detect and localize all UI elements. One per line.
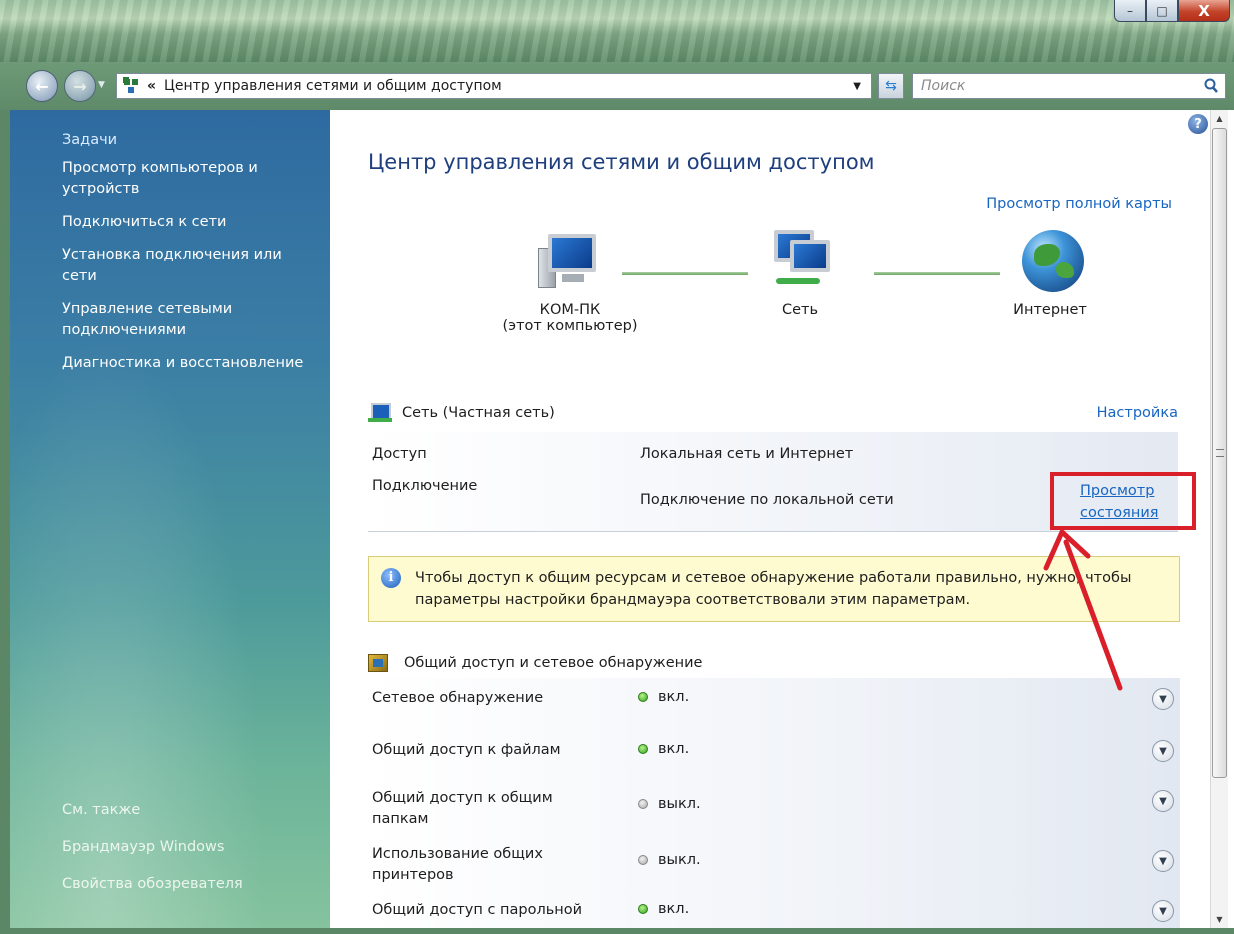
refresh-icon: ⇆: [885, 78, 897, 94]
expand-button[interactable]: ▼: [1152, 790, 1174, 812]
computer-icon: [534, 230, 606, 296]
sharing-row-label: Сетевое обнаружение: [372, 690, 544, 706]
status-text: вкл.: [658, 741, 690, 757]
computer-name: КОМ-ПК: [539, 302, 601, 318]
network-section-title: Сеть (Частная сеть): [402, 405, 555, 421]
map-node-network[interactable]: Сеть: [750, 230, 850, 318]
forward-button[interactable]: →: [64, 70, 96, 102]
see-also-heading: См. также: [62, 802, 141, 818]
task-view-computers[interactable]: Просмотр компьютеров и устройств: [62, 158, 316, 200]
status-off-icon: [638, 855, 648, 865]
status-text: вкл.: [658, 901, 690, 917]
help-button[interactable]: ?: [1188, 114, 1208, 134]
task-manage-connections[interactable]: Управление сетевыми подключениями: [62, 299, 316, 341]
map-link-computer-network: [622, 272, 748, 275]
status-on-icon: [638, 692, 648, 702]
address-bar[interactable]: « Центр управления сетями и общим доступ…: [116, 73, 872, 99]
map-link-network-internet: [874, 272, 1000, 275]
scroll-up-button[interactable]: ▲: [1211, 110, 1228, 127]
status-on-icon: [638, 904, 648, 914]
address-path[interactable]: Центр управления сетями и общим доступом: [164, 78, 502, 94]
see-also-firewall[interactable]: Брандмауэр Windows: [62, 837, 243, 858]
expand-button[interactable]: ▼: [1152, 900, 1174, 922]
window-titlebar: – □ X: [0, 0, 1234, 62]
sharing-row-status: вкл.: [638, 901, 689, 917]
scroll-thumb[interactable]: [1212, 128, 1227, 778]
search-icon[interactable]: [1203, 78, 1219, 94]
connection-label: Подключение: [372, 478, 478, 494]
help-icon: ?: [1194, 116, 1202, 132]
map-node-computer[interactable]: КОМ-ПК (этот компьютер): [480, 230, 660, 334]
status-on-icon: [638, 744, 648, 754]
globe-icon: [1014, 230, 1086, 296]
sharing-row-label: Общий доступ к общим папкам: [372, 790, 553, 827]
refresh-button[interactable]: ⇆: [878, 73, 904, 99]
sharing-row-status: выкл.: [638, 852, 701, 868]
address-dropdown-icon[interactable]: ▼: [853, 81, 861, 92]
network-monitor-icon: [368, 402, 394, 424]
expand-button[interactable]: ▼: [1152, 850, 1174, 872]
page-title: Центр управления сетями и общим доступом: [368, 150, 875, 174]
address-chevron[interactable]: «: [147, 78, 156, 94]
status-text: выкл.: [658, 796, 701, 812]
scroll-down-button[interactable]: ▼: [1211, 911, 1228, 928]
computer-sub: (этот компьютер): [502, 318, 638, 334]
task-connect-network[interactable]: Подключиться к сети: [62, 212, 316, 233]
task-diagnose-repair[interactable]: Диагностика и восстановление: [62, 353, 316, 374]
network-center-icon: [123, 77, 141, 95]
back-arrow-icon: ←: [35, 76, 49, 96]
minimize-button[interactable]: –: [1114, 0, 1146, 22]
tasks-heading: Задачи: [62, 132, 118, 148]
expand-button[interactable]: ▼: [1152, 688, 1174, 710]
customize-link[interactable]: Настройка: [1097, 405, 1178, 421]
recent-pages-dropdown[interactable]: ▼: [98, 80, 105, 90]
see-also-internet-options[interactable]: Свойства обозревателя: [62, 874, 243, 895]
search-placeholder: Поиск: [921, 78, 966, 94]
info-icon: i: [381, 568, 401, 588]
network-icon: [764, 230, 836, 296]
maximize-button[interactable]: □: [1146, 0, 1178, 22]
sharing-row-status: вкл.: [638, 741, 689, 757]
vertical-scrollbar[interactable]: ▲ ▼: [1210, 110, 1228, 928]
internet-label: Интернет: [1013, 302, 1087, 318]
navigation-bar: ← → ▼ « Центр управления сетями и общим …: [0, 62, 1234, 110]
close-button[interactable]: X: [1178, 0, 1230, 22]
sharing-section-title: Общий доступ и сетевое обнаружение: [404, 655, 703, 671]
search-input[interactable]: Поиск: [912, 73, 1226, 99]
window-frame-bottom: [0, 928, 1234, 934]
annotation-arrow: [1043, 529, 1123, 691]
task-setup-connection[interactable]: Установка подключения или сети: [62, 245, 316, 287]
map-node-internet[interactable]: Интернет: [990, 230, 1110, 318]
window-frame-left: [0, 110, 10, 928]
access-label: Доступ: [372, 446, 427, 462]
back-button[interactable]: ←: [26, 70, 58, 102]
sharing-icon: [368, 654, 388, 672]
sharing-row-label: Использование общих принтеров: [372, 846, 543, 883]
task-pane: Задачи Просмотр компьютеров и устройств …: [10, 110, 330, 928]
network-section-header: Сеть (Частная сеть) Настройка: [368, 396, 1178, 430]
see-also-section: См. также Брандмауэр Windows Свойства об…: [62, 800, 243, 911]
expand-button[interactable]: ▼: [1152, 740, 1174, 762]
access-value: Локальная сеть и Интернет: [640, 446, 854, 462]
status-text: вкл.: [658, 689, 690, 705]
sharing-row-label: Общий доступ с парольной: [372, 902, 583, 918]
connection-value: Подключение по локальной сети: [640, 492, 894, 508]
status-off-icon: [638, 799, 648, 809]
window-controls: – □ X: [1114, 0, 1230, 22]
sharing-row-status: вкл.: [638, 689, 689, 705]
network-label: Сеть: [781, 302, 819, 318]
view-full-map-link[interactable]: Просмотр полной карты: [986, 196, 1172, 212]
sharing-row-label: Общий доступ к файлам: [372, 742, 561, 758]
forward-arrow-icon: →: [73, 76, 87, 96]
sharing-row-status: выкл.: [638, 796, 701, 812]
status-text: выкл.: [658, 852, 701, 868]
